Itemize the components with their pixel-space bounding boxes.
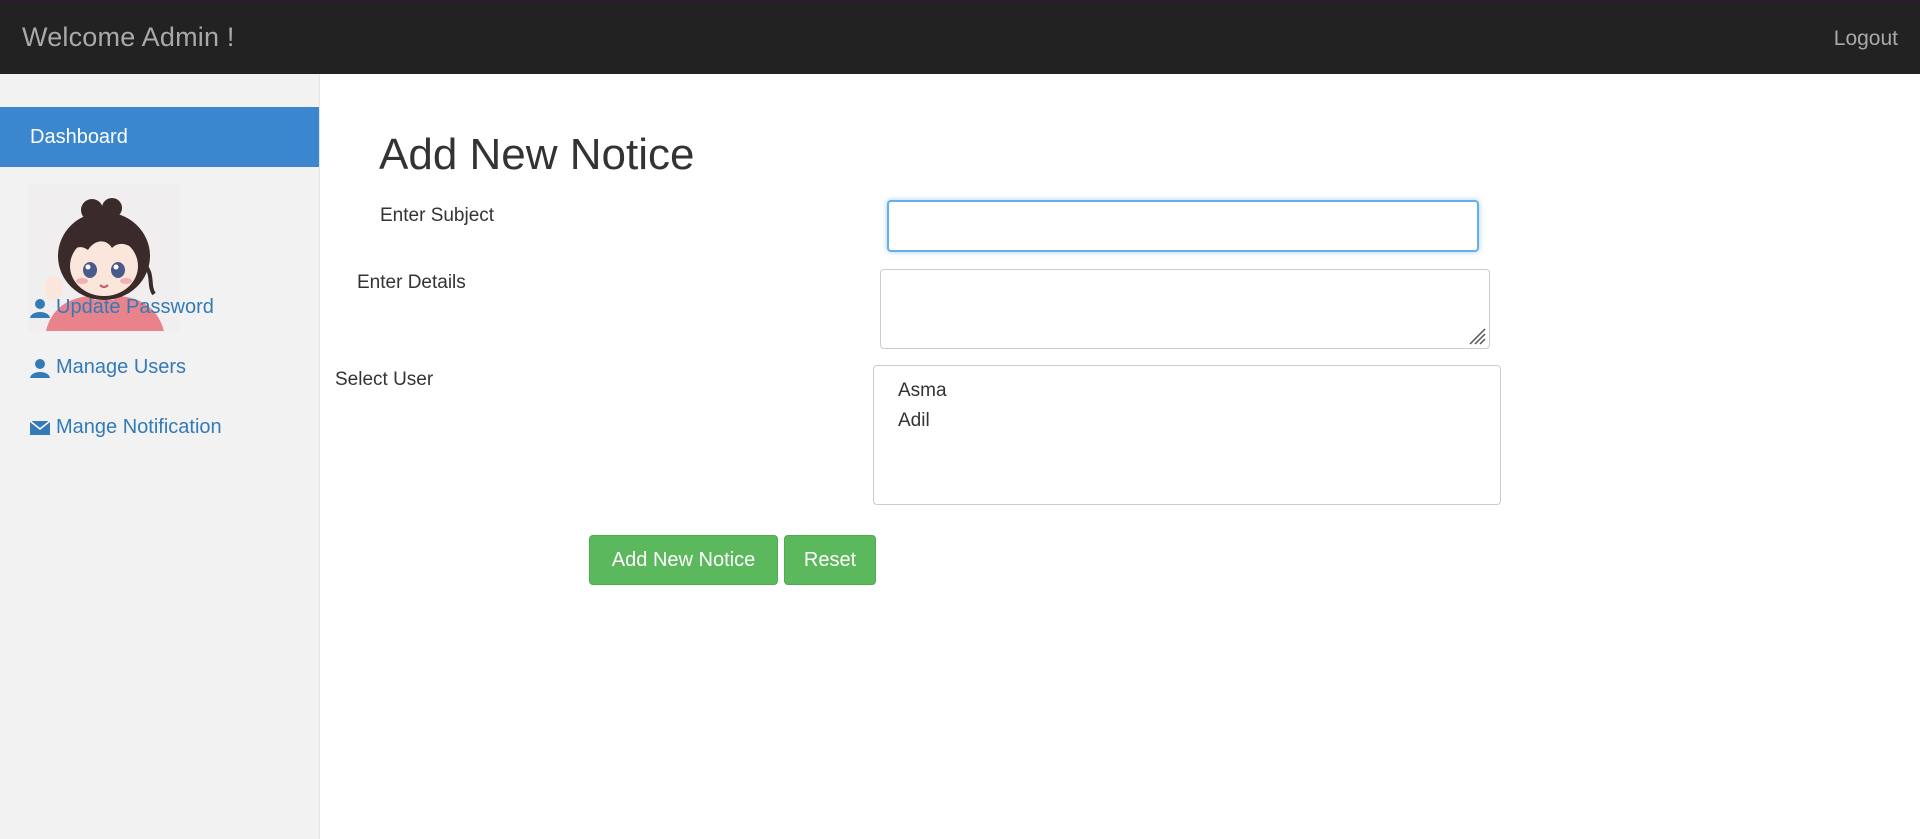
top-navbar: Welcome Admin ! Logout: [0, 0, 1920, 74]
sidebar-item-label: Update Password: [56, 296, 214, 318]
user-option-asma[interactable]: Asma: [898, 380, 947, 402]
sidebar-item-label: Mange Notification: [56, 416, 222, 438]
details-textarea[interactable]: [880, 269, 1490, 349]
sidebar-item-label: Manage Users: [56, 356, 187, 378]
welcome-brand[interactable]: Welcome Admin !: [22, 22, 235, 53]
select-user-label: Select User: [335, 369, 434, 390]
page-title: Add New Notice: [379, 130, 695, 179]
user-icon: [30, 298, 50, 318]
sidebar-item-manage-users[interactable]: Manage Users: [29, 356, 186, 379]
logout-link[interactable]: Logout: [1834, 27, 1898, 51]
subject-input[interactable]: [887, 200, 1479, 252]
user-select-list[interactable]: Asma Adil: [873, 365, 1501, 505]
resize-grip-icon[interactable]: [1466, 325, 1486, 345]
sidebar-item-dashboard[interactable]: Dashboard: [0, 107, 319, 167]
sidebar: Dashboard Update Password Manage Users M…: [0, 74, 320, 839]
reset-button[interactable]: Reset: [784, 535, 876, 585]
subject-label: Enter Subject: [380, 205, 495, 226]
details-label: Enter Details: [357, 272, 466, 293]
user-icon: [30, 358, 50, 378]
add-new-notice-button[interactable]: Add New Notice: [589, 535, 778, 585]
sidebar-item-manage-notification[interactable]: Mange Notification: [29, 416, 222, 439]
sidebar-item-update-password[interactable]: Update Password: [29, 296, 214, 319]
envelope-icon: [29, 419, 51, 435]
user-option-adil[interactable]: Adil: [898, 410, 930, 432]
